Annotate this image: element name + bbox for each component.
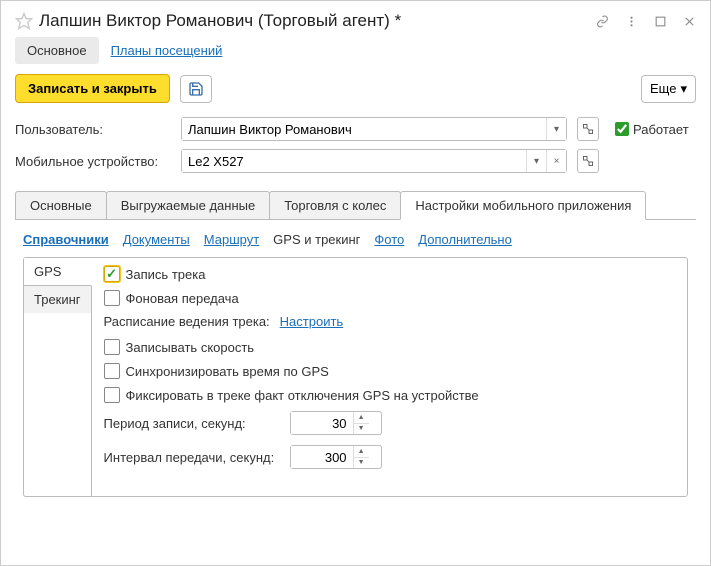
user-input-wrap: ▾ (181, 117, 567, 141)
works-label: Работает (633, 122, 689, 137)
period-input[interactable] (291, 412, 353, 434)
link-icon[interactable] (596, 15, 609, 28)
nav-tab-main[interactable]: Основное (15, 37, 99, 64)
link-gps[interactable]: GPS и трекинг (273, 232, 360, 247)
background-checkbox[interactable] (104, 290, 120, 306)
interval-input[interactable] (291, 446, 353, 468)
period-spin-up[interactable]: ▲ (354, 412, 369, 424)
device-label: Мобильное устройство: (15, 154, 175, 169)
period-spin-down[interactable]: ▼ (354, 424, 369, 435)
save-button[interactable] (180, 75, 212, 103)
tab-mobile[interactable]: Настройки мобильного приложения (400, 191, 646, 220)
sync-time-label: Синхронизировать время по GPS (126, 364, 329, 379)
tab-trade[interactable]: Торговля с колес (269, 191, 401, 219)
sync-time-checkbox[interactable] (104, 363, 120, 379)
side-tab-gps[interactable]: GPS (24, 258, 92, 286)
speed-checkbox[interactable] (104, 339, 120, 355)
link-docs[interactable]: Документы (123, 232, 190, 247)
link-route[interactable]: Маршрут (204, 232, 259, 247)
tabs-secondary: Основные Выгружаемые данные Торговля с к… (15, 191, 696, 220)
interval-spin-down[interactable]: ▼ (354, 458, 369, 469)
maximize-icon[interactable] (654, 15, 667, 28)
link-photo[interactable]: Фото (374, 232, 404, 247)
interval-label: Интервал передачи, секунд: (104, 450, 284, 465)
device-clear-button[interactable]: × (546, 150, 566, 172)
user-open-button[interactable] (577, 117, 599, 141)
titlebar-controls (596, 15, 696, 28)
works-checkbox[interactable] (615, 122, 629, 136)
device-dropdown-button[interactable]: ▾ (526, 150, 546, 172)
close-icon[interactable] (683, 15, 696, 28)
nav-tabs: Основное Планы посещений (1, 37, 710, 70)
links-row: Справочники Документы Маршрут GPS и трек… (1, 220, 710, 257)
background-label: Фоновая передача (126, 291, 239, 306)
device-input[interactable] (182, 150, 526, 172)
tab-main[interactable]: Основные (15, 191, 107, 219)
device-open-button[interactable] (577, 149, 599, 173)
record-track-checkbox[interactable] (104, 266, 120, 282)
link-catalogs[interactable]: Справочники (23, 232, 109, 247)
chevron-down-icon: ▾ (680, 81, 687, 97)
save-close-button[interactable]: Записать и закрыть (15, 74, 170, 103)
interval-input-wrap: ▲ ▼ (290, 445, 382, 469)
kebab-icon[interactable] (625, 15, 638, 28)
nav-tab-plans[interactable]: Планы посещений (99, 37, 235, 64)
works-check-wrap: Работает (615, 122, 689, 137)
fix-off-checkbox[interactable] (104, 387, 120, 403)
user-input[interactable] (182, 118, 546, 140)
form-rows: Пользователь: ▾ Работает Мобильное устро… (1, 117, 710, 191)
interval-spin-up[interactable]: ▲ (354, 446, 369, 458)
panel-content: Запись трека Фоновая передача Расписание… (92, 258, 687, 496)
device-input-wrap: ▾ × (181, 149, 567, 173)
record-track-label: Запись трека (126, 267, 206, 282)
schedule-configure-link[interactable]: Настроить (280, 314, 344, 329)
gps-panel: GPS Трекинг Запись трека Фоновая передач… (23, 257, 688, 497)
window: Лапшин Виктор Романович (Торговый агент)… (0, 0, 711, 566)
schedule-label: Расписание ведения трека: (104, 314, 270, 329)
period-input-wrap: ▲ ▼ (290, 411, 382, 435)
star-icon[interactable] (15, 12, 33, 30)
user-label: Пользователь: (15, 122, 175, 137)
more-button-label: Еще (650, 81, 676, 96)
period-label: Период записи, секунд: (104, 416, 284, 431)
window-title: Лапшин Виктор Романович (Торговый агент)… (39, 11, 590, 31)
side-tab-tracking[interactable]: Трекинг (24, 286, 91, 313)
side-tabs: GPS Трекинг (24, 258, 92, 496)
fix-off-label: Фиксировать в треке факт отключения GPS … (126, 388, 479, 403)
tab-upload[interactable]: Выгружаемые данные (106, 191, 271, 219)
user-dropdown-button[interactable]: ▾ (546, 118, 566, 140)
titlebar: Лапшин Виктор Романович (Торговый агент)… (1, 1, 710, 37)
more-button[interactable]: Еще ▾ (641, 75, 696, 103)
speed-label: Записывать скорость (126, 340, 255, 355)
link-extra[interactable]: Дополнительно (418, 232, 512, 247)
toolbar: Записать и закрыть Еще ▾ (1, 70, 710, 117)
